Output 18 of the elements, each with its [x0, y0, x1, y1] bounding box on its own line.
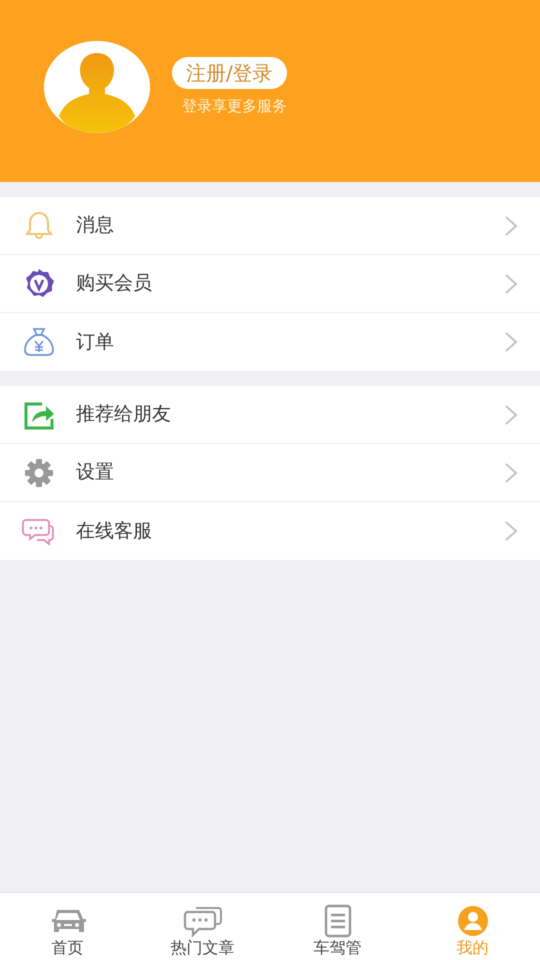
- tab[interactable]: 车驾管: [270, 893, 405, 960]
- menu-item[interactable]: 推荐给朋友: [0, 386, 540, 444]
- menu-item[interactable]: 订单: [0, 313, 540, 371]
- chevron-right-icon: [504, 272, 518, 294]
- tab[interactable]: 热门文章: [135, 893, 270, 960]
- money-bag-icon: [22, 325, 56, 359]
- menu-item[interactable]: 消息: [0, 197, 540, 255]
- chevron-right-icon: [504, 520, 518, 542]
- menu-item[interactable]: 在线客服: [0, 502, 540, 560]
- chevron-right-icon: [504, 214, 518, 236]
- menu-item[interactable]: 购买会员: [0, 255, 540, 313]
- chevron-right-icon: [504, 331, 518, 353]
- menu-item[interactable]: 设置: [0, 444, 540, 502]
- tab[interactable]: 首页: [0, 893, 135, 960]
- chat-icon: [182, 904, 222, 938]
- subtitle-text: 登录享更多服务: [182, 96, 287, 117]
- chevron-right-icon: [504, 462, 518, 484]
- chevron-right-icon: [504, 404, 518, 426]
